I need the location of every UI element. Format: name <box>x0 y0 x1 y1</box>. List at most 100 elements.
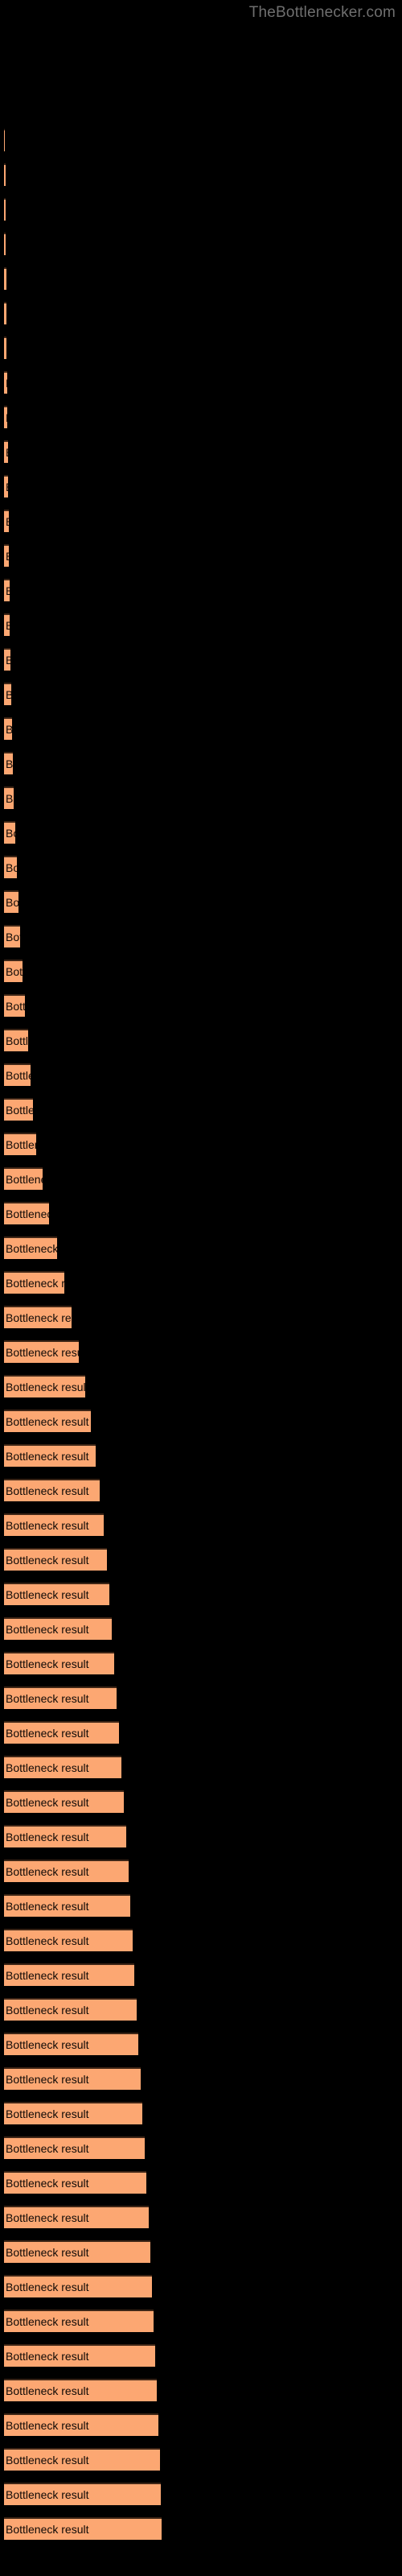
bar-row: Bottleneck result <box>0 1444 402 1468</box>
bar-row: Bottleneck result <box>0 2517 402 2541</box>
bar-label: Bottleneck result <box>6 584 10 597</box>
bar[interactable]: Bottleneck result <box>4 129 5 151</box>
bar[interactable]: Bottleneck result <box>4 1271 64 1294</box>
bar[interactable]: Bottleneck result <box>4 2240 150 2263</box>
bar[interactable]: Bottleneck result <box>4 2067 141 2090</box>
bar[interactable]: Bottleneck result <box>4 890 18 913</box>
bar-row: Bottleneck result <box>0 2033 402 2057</box>
bar-label: Bottleneck result <box>6 2073 89 2086</box>
bar[interactable]: Bottleneck result <box>4 2206 149 2228</box>
bar[interactable]: Bottleneck result <box>4 2102 142 2124</box>
bar[interactable]: Bottleneck result <box>4 1444 96 1467</box>
bar[interactable]: Bottleneck result <box>4 1860 129 1882</box>
bar-label: Bottleneck result <box>6 1208 49 1220</box>
bar[interactable]: Bottleneck result <box>4 717 12 740</box>
bar-row: Bottleneck result <box>0 1236 402 1261</box>
bar[interactable]: Bottleneck result <box>4 994 25 1017</box>
bar[interactable]: Bottleneck result <box>4 1929 133 1951</box>
bar-row: Bottleneck result <box>0 2171 402 2195</box>
bar[interactable]: Bottleneck result <box>4 163 6 186</box>
bar[interactable]: Bottleneck result <box>4 1686 117 1709</box>
bar[interactable]: Bottleneck result <box>4 1098 33 1121</box>
bar-row: Bottleneck result <box>0 1029 402 1053</box>
bar-label: Bottleneck result <box>6 2384 89 2397</box>
bar[interactable]: Bottleneck result <box>4 406 7 428</box>
bar-label: Bottleneck result <box>6 2488 89 2501</box>
bar-label: Bottleneck result <box>6 515 9 528</box>
bar[interactable]: Bottleneck result <box>4 1721 119 1744</box>
bar[interactable]: Bottleneck result <box>4 1583 109 1605</box>
bar[interactable]: Bottleneck result <box>4 1894 130 1917</box>
bar[interactable]: Bottleneck result <box>4 683 11 705</box>
bar[interactable]: Bottleneck result <box>4 2033 138 2055</box>
bar[interactable]: Bottleneck result <box>4 1167 43 1190</box>
bar[interactable]: Bottleneck result <box>4 475 8 497</box>
bar[interactable]: Bottleneck result <box>4 2517 162 2540</box>
bar[interactable]: Bottleneck result <box>4 1410 91 1432</box>
bar[interactable]: Bottleneck result <box>4 752 13 774</box>
bar[interactable]: Bottleneck result <box>4 371 7 394</box>
bar-row: Bottleneck result <box>0 1410 402 1434</box>
bar-label: Bottleneck result <box>6 965 23 978</box>
bar[interactable]: Bottleneck result <box>4 2344 155 2367</box>
bar[interactable]: Bottleneck result <box>4 2310 154 2332</box>
bar[interactable]: Bottleneck result <box>4 579 10 601</box>
bar-row: Bottleneck result <box>0 1929 402 1953</box>
bar[interactable]: Bottleneck result <box>4 786 14 809</box>
bar[interactable]: Bottleneck result <box>4 510 9 532</box>
bar[interactable]: Bottleneck result <box>4 198 6 221</box>
bar[interactable]: Bottleneck result <box>4 2275 152 2297</box>
bar[interactable]: Bottleneck result <box>4 440 8 463</box>
bar-label: Bottleneck result <box>6 1692 89 1705</box>
bar[interactable]: Bottleneck result <box>4 1479 100 1501</box>
bar[interactable]: Bottleneck result <box>4 821 15 844</box>
bar[interactable]: Bottleneck result <box>4 2136 145 2159</box>
bar[interactable]: Bottleneck result <box>4 856 17 878</box>
bar[interactable]: Bottleneck result <box>4 1963 134 1986</box>
bar-row: Bottleneck result <box>0 1167 402 1191</box>
bar[interactable]: Bottleneck result <box>4 544 9 567</box>
bar[interactable]: Bottleneck result <box>4 1375 85 1397</box>
bar-row: Bottleneck result <box>0 1133 402 1157</box>
bar-label: Bottleneck result <box>6 446 8 459</box>
bar-row: Bottleneck result <box>0 2206 402 2230</box>
bar[interactable]: Bottleneck result <box>4 2448 160 2471</box>
bar[interactable]: Bottleneck result <box>4 1236 57 1259</box>
bar[interactable]: Bottleneck result <box>4 1756 121 1778</box>
bar[interactable]: Bottleneck result <box>4 1652 114 1674</box>
bar-row: Bottleneck result <box>0 2483 402 2507</box>
bar[interactable]: Bottleneck result <box>4 960 23 982</box>
bar-row: Bottleneck result <box>0 233 402 257</box>
bar-label: Bottleneck result <box>6 1138 36 1151</box>
bar-row: Bottleneck result <box>0 1479 402 1503</box>
bar[interactable]: Bottleneck result <box>4 1790 124 1813</box>
bar[interactable]: Bottleneck result <box>4 1513 104 1536</box>
bar[interactable]: Bottleneck result <box>4 613 10 636</box>
bar[interactable]: Bottleneck result <box>4 1548 107 1571</box>
bar-label: Bottleneck result <box>6 1554 89 1567</box>
bar[interactable]: Bottleneck result <box>4 336 6 359</box>
bar[interactable]: Bottleneck result <box>4 1063 31 1086</box>
bar[interactable]: Bottleneck result <box>4 1202 49 1224</box>
bar[interactable]: Bottleneck result <box>4 2413 158 2436</box>
chart-root: TheBottlenecker.com Bottleneck resultBot… <box>0 0 402 2576</box>
bar-row: Bottleneck result <box>0 1894 402 1918</box>
bar[interactable]: Bottleneck result <box>4 267 6 290</box>
bar[interactable]: Bottleneck result <box>4 1133 36 1155</box>
bar-label: Bottleneck result <box>6 688 11 701</box>
bar[interactable]: Bottleneck result <box>4 1340 79 1363</box>
bar[interactable]: Bottleneck result <box>4 2379 157 2401</box>
bar-row: Bottleneck result <box>0 752 402 776</box>
bar[interactable]: Bottleneck result <box>4 1617 112 1640</box>
bar[interactable]: Bottleneck result <box>4 2171 146 2194</box>
bar[interactable]: Bottleneck result <box>4 233 6 255</box>
bar-label: Bottleneck result <box>6 1484 89 1497</box>
bar[interactable]: Bottleneck result <box>4 302 6 324</box>
bar[interactable]: Bottleneck result <box>4 1029 28 1051</box>
bar[interactable]: Bottleneck result <box>4 925 20 947</box>
bar[interactable]: Bottleneck result <box>4 1998 137 2021</box>
bar[interactable]: Bottleneck result <box>4 1825 126 1847</box>
bar[interactable]: Bottleneck result <box>4 1306 72 1328</box>
bar[interactable]: Bottleneck result <box>4 2483 161 2505</box>
bar[interactable]: Bottleneck result <box>4 648 10 671</box>
